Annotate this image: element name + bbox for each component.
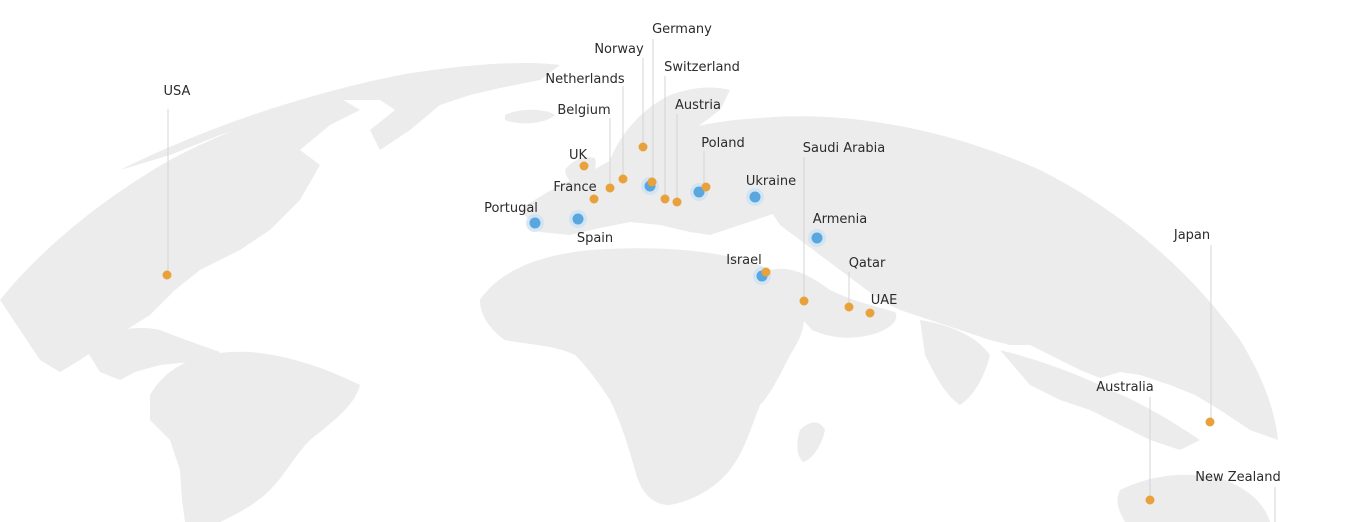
marker-australia[interactable] bbox=[1145, 495, 1155, 505]
marker-germany[interactable] bbox=[647, 177, 657, 187]
marker-saudi-arabia[interactable] bbox=[799, 296, 809, 306]
world-map: USA Norway Germany Netherlands Switzerla… bbox=[0, 22, 1281, 522]
marker-poland[interactable] bbox=[701, 182, 711, 192]
label-belgium: Belgium bbox=[557, 103, 610, 118]
land-masses bbox=[0, 63, 1278, 522]
marker-usa[interactable] bbox=[162, 270, 172, 280]
marker-austria[interactable] bbox=[672, 197, 682, 207]
marker-france[interactable] bbox=[589, 194, 599, 204]
label-australia: Australia bbox=[1096, 380, 1154, 395]
label-ukraine: Ukraine bbox=[746, 174, 796, 189]
label-saudi-arabia: Saudi Arabia bbox=[803, 141, 886, 156]
marker-armenia-office[interactable] bbox=[808, 229, 826, 247]
marker-norway[interactable] bbox=[638, 142, 648, 152]
label-israel: Israel bbox=[726, 253, 762, 268]
label-germany: Germany bbox=[652, 22, 712, 37]
label-france: France bbox=[553, 180, 596, 195]
landmass-north-america bbox=[0, 98, 360, 372]
marker-ukraine-office[interactable] bbox=[746, 188, 764, 206]
marker-spain-office[interactable] bbox=[569, 210, 587, 228]
landmass-africa bbox=[480, 248, 805, 505]
marker-portugal-office[interactable] bbox=[526, 214, 544, 232]
landmass-south-america bbox=[150, 351, 360, 522]
landmass-iceland bbox=[505, 109, 555, 124]
marker-netherlands[interactable] bbox=[618, 174, 628, 184]
label-poland: Poland bbox=[701, 136, 744, 151]
marker-uae[interactable] bbox=[865, 308, 875, 318]
marker-belgium[interactable] bbox=[605, 183, 615, 193]
marker-qatar[interactable] bbox=[844, 302, 854, 312]
label-spain: Spain bbox=[577, 231, 613, 246]
label-portugal: Portugal bbox=[484, 201, 538, 216]
marker-switzerland[interactable] bbox=[660, 194, 670, 204]
label-new-zealand: New Zealand bbox=[1195, 470, 1280, 485]
label-austria: Austria bbox=[675, 98, 721, 113]
label-netherlands: Netherlands bbox=[545, 72, 624, 87]
marker-israel[interactable] bbox=[761, 267, 771, 277]
label-uae: UAE bbox=[871, 293, 898, 308]
marker-japan[interactable] bbox=[1205, 417, 1215, 427]
landmass-madagascar bbox=[797, 422, 825, 462]
label-norway: Norway bbox=[594, 42, 644, 57]
label-armenia: Armenia bbox=[813, 212, 868, 227]
label-switzerland: Switzerland bbox=[664, 60, 740, 75]
label-uk: UK bbox=[569, 148, 588, 163]
label-qatar: Qatar bbox=[849, 256, 886, 271]
label-usa: USA bbox=[164, 84, 191, 99]
label-japan: Japan bbox=[1173, 228, 1210, 243]
